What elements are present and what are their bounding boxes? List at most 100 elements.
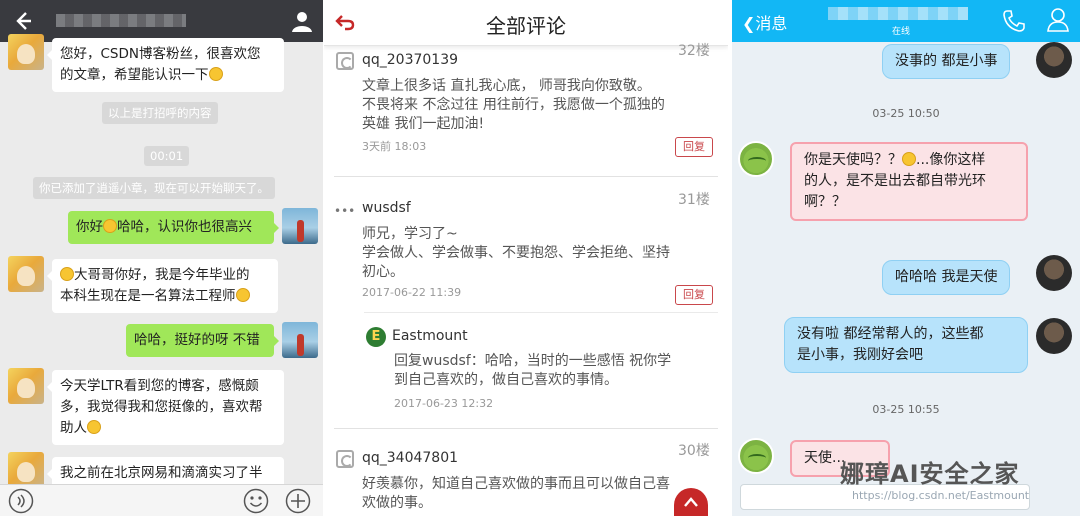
floor-number: 30楼: [678, 443, 710, 459]
message-bubble[interactable]: 大哥哥你好，我是今年毕业的 本科生现在是一名算法工程师: [47, 259, 278, 313]
message-text: 本科生现在是一名算法工程师: [60, 288, 236, 304]
comment-line: 欢做的事。: [362, 495, 432, 511]
back-button[interactable]: ❮消息: [742, 10, 787, 34]
comment-text: 好羡慕你，知道自己喜欢做的事而且可以做自己喜 欢做的事。: [362, 475, 670, 513]
comments-header: 全部评论: [324, 0, 728, 46]
comment-line: 师兄，学习了~: [362, 226, 458, 242]
csdn-logo-icon: [336, 450, 354, 468]
divider: [334, 176, 718, 177]
message-text: ...像你这样: [916, 152, 986, 168]
comments-panel: 全部评论 32楼 qq_20370139 文章上很多话 直扎我心底， 师哥我向你…: [324, 0, 728, 516]
message-text: 我之前在北京网易和滴滴实习了半: [60, 465, 263, 481]
divider: [334, 428, 718, 429]
scroll-top-button[interactable]: [674, 488, 708, 516]
comment-time: 3天前 18:03: [362, 140, 427, 153]
timestamp: 03-25 10:50: [872, 107, 940, 120]
contact-avatar[interactable]: [8, 368, 44, 404]
self-avatar[interactable]: [282, 208, 318, 244]
comment-time: 2017-06-23 12:32: [394, 397, 494, 410]
csdn-logo-icon: [336, 52, 354, 70]
screenshot-collage: 您好，CSDN博客粉丝，很喜欢您 的文章，希望能认识一下 以上是打招呼的内容 0…: [0, 0, 1080, 516]
message-text: 啊？？: [804, 194, 846, 210]
contact-avatar[interactable]: [738, 141, 774, 177]
comment-user[interactable]: qq_20370139: [362, 52, 458, 68]
message-bubble[interactable]: 你是天使吗？？ ...像你这样 的人，是不是出去都自带光环 啊？？: [790, 142, 1028, 221]
plus-icon[interactable]: [285, 488, 311, 514]
self-avatar[interactable]: [1036, 255, 1072, 291]
contact-name-redacted: [828, 7, 968, 20]
timestamp: 00:01: [144, 146, 190, 166]
user-profile-icon[interactable]: [290, 9, 314, 33]
brand-watermark: 娜璋AI安全之家: [840, 460, 1020, 488]
message-text: 助人: [60, 420, 87, 436]
voice-icon[interactable]: [8, 488, 34, 514]
comment-text: 师兄，学习了~ 学会做人、学会做事、不要抱怨、学会拒绝、坚持 初心。: [362, 225, 670, 282]
emoji-icon[interactable]: [243, 488, 269, 514]
reply-button[interactable]: 回复: [675, 285, 713, 305]
qq-chat-panel: ❮消息 在线 没事的 都是小事 03-25 10:50 你是天使吗？？ ...像你…: [732, 0, 1080, 516]
message-bubble-self[interactable]: 你好 哈哈，认识你也很高兴: [68, 211, 279, 244]
contact-avatar[interactable]: [8, 34, 44, 70]
contact-avatar[interactable]: [738, 438, 774, 474]
user-avatar-dots: •••: [334, 204, 356, 218]
system-notice: 以上是打招呼的内容: [102, 102, 218, 124]
smile-emoji-icon: [103, 219, 117, 233]
reply-button[interactable]: 回复: [675, 137, 713, 157]
message-bubble[interactable]: 今天学LTR看到您的博客，感慨颇 多，我觉得我和您挺像的，喜欢帮 助人: [47, 370, 284, 445]
comment-line: 学会做人、学会做事、不要抱怨、学会拒绝、坚持: [362, 245, 670, 261]
message-text: 没有啦 都经常帮人的，这些都: [797, 326, 984, 342]
back-arrow-icon[interactable]: [12, 8, 32, 34]
message-bubble-self[interactable]: 哈哈，挺好的呀 不错: [126, 324, 279, 357]
comment-user[interactable]: wusdsf: [362, 200, 411, 216]
url-watermark: https://blog.csdn.net/Eastmount: [852, 489, 1030, 502]
comment-time: 2017-06-22 11:39: [362, 286, 462, 299]
smile-emoji-icon: [208, 67, 223, 81]
grin-emoji-icon: [235, 288, 250, 302]
message-text: 你好: [76, 219, 103, 235]
message-text: 哈哈，挺好的呀 不错: [134, 332, 260, 348]
message-text: 多，我觉得我和您挺像的，喜欢帮: [60, 399, 263, 415]
message-text: 是小事，我刚好会吧: [797, 347, 923, 363]
message-bubble-self[interactable]: 没事的 都是小事: [882, 44, 1011, 79]
wechat-chat-panel: 您好，CSDN博客粉丝，很喜欢您 的文章，希望能认识一下 以上是打招呼的内容 0…: [0, 0, 323, 516]
message-bubble-self[interactable]: 哈哈哈 我是天使: [882, 260, 1011, 295]
reply-text: 回复wusdsf：哈哈，当时的一些感悟 祝你学 到自己喜欢的，做自己喜欢的事情。: [394, 352, 671, 390]
message-bubble-self[interactable]: 没有啦 都经常帮人的，这些都 是小事，我刚好会吧: [784, 317, 1028, 373]
wink-emoji-icon: [902, 152, 916, 166]
self-avatar[interactable]: [282, 322, 318, 358]
chevron-left-icon: ❮: [742, 14, 756, 33]
timestamp: 03-25 10:55: [872, 403, 940, 416]
chat-title-redacted: [56, 14, 186, 27]
comment-text: 文章上很多话 直扎我心底， 师哥我向你致敬。 不畏将来 不念过往 用往前行，我愿…: [362, 77, 665, 134]
comment-line: 好羡慕你，知道自己喜欢做的事而且可以做自己喜: [362, 476, 670, 492]
comment-line: 不畏将来 不念过往 用往前行，我愿做一个孤独的: [362, 97, 665, 113]
message-text: 你是天使吗？？: [804, 152, 902, 168]
comment-user[interactable]: Eastmount: [392, 328, 468, 344]
comment-line: 文章上很多话 直扎我心底， 师哥我向你致敬。: [362, 78, 651, 94]
message-text: 大哥哥你好，我是今年毕业的: [74, 267, 250, 283]
message-bubble[interactable]: 您好，CSDN博客粉丝，很喜欢您 的文章，希望能认识一下: [47, 38, 284, 92]
wechat-header: [0, 0, 323, 42]
comment-line: 回复wusdsf：哈哈，当时的一些感悟 祝你学: [394, 353, 672, 369]
smile-emoji-icon: [60, 267, 74, 281]
floor-number: 31楼: [678, 192, 710, 208]
message-text: 的人，是不是出去都自带光环: [804, 173, 986, 189]
message-text: 今天学LTR看到您的博客，感慨颇: [60, 378, 259, 394]
contact-avatar[interactable]: [8, 452, 44, 488]
comment-user[interactable]: qq_34047801: [362, 450, 458, 466]
input-toolbar: [0, 484, 323, 516]
grin-emoji-icon: [87, 420, 101, 434]
back-label: 消息: [755, 14, 788, 33]
page-title: 全部评论: [486, 14, 566, 38]
contact-avatar[interactable]: [8, 256, 44, 292]
self-avatar[interactable]: [1036, 42, 1072, 78]
chevron-up-icon: [684, 497, 698, 507]
message-text: 哈哈，认识你也很高兴: [117, 219, 252, 235]
online-status: 在线: [892, 27, 911, 37]
eastmount-avatar[interactable]: E: [366, 327, 386, 347]
contact-profile-icon[interactable]: [1046, 7, 1070, 33]
phone-icon[interactable]: [1002, 9, 1026, 33]
self-avatar[interactable]: [1036, 318, 1072, 354]
floor-number: 32楼: [678, 43, 710, 59]
comment-line: 初心。: [362, 264, 404, 280]
